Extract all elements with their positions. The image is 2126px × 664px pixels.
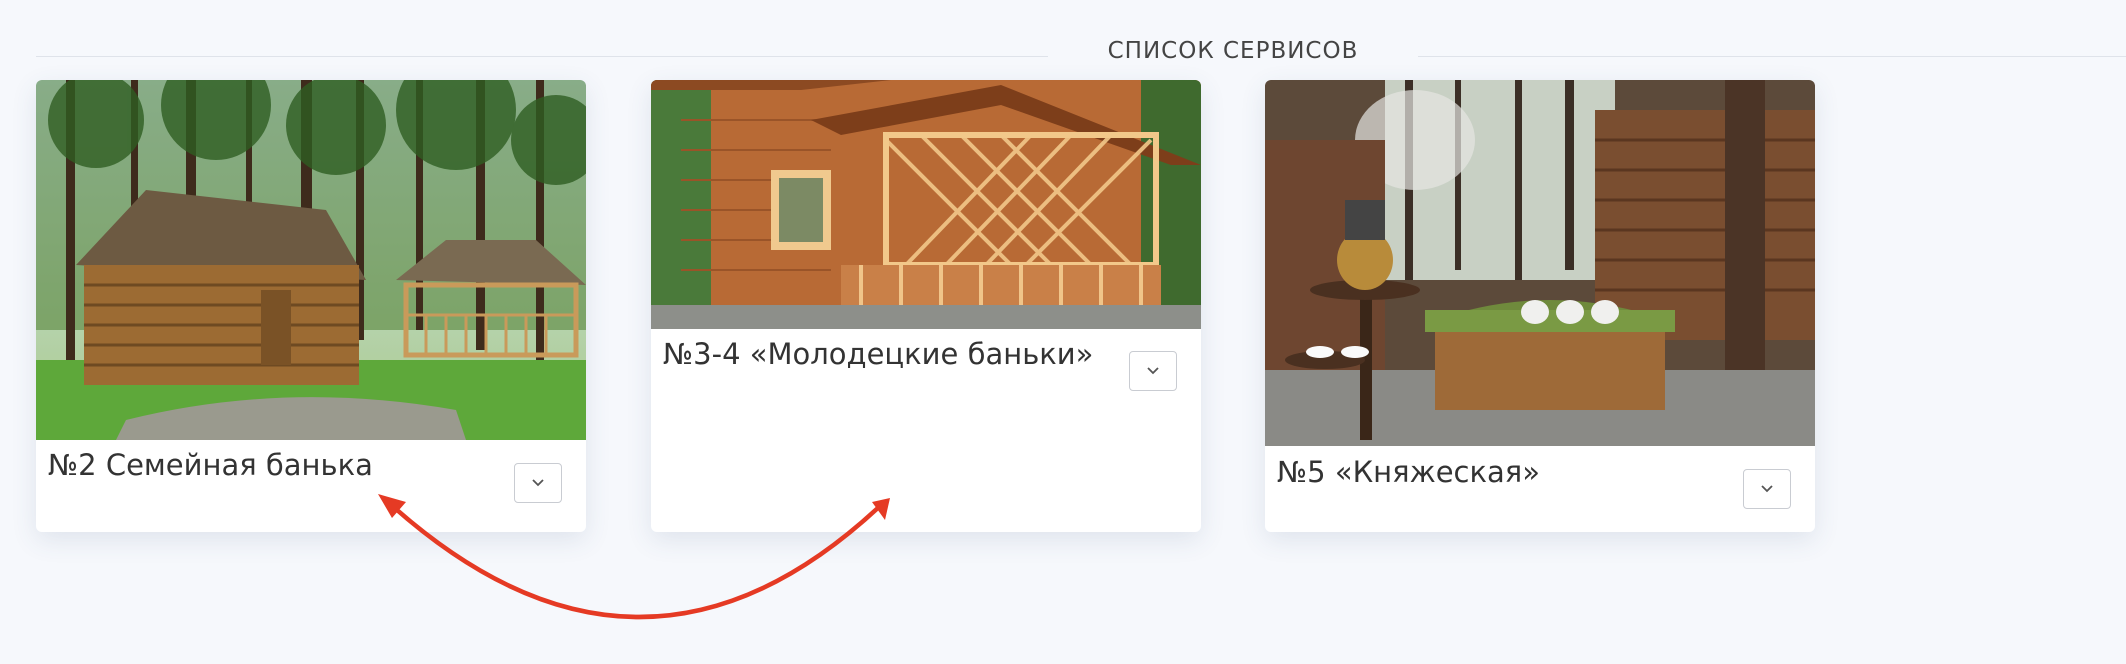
expand-button[interactable]	[514, 463, 562, 503]
service-card-5[interactable]: №5 «Княжеская»	[1265, 80, 1815, 532]
divider-left	[36, 56, 1048, 57]
service-photo-wooden-house	[651, 80, 1201, 329]
divider-right	[1418, 56, 2126, 57]
section-header: СПИСОК СЕРВИСОВ	[0, 32, 2126, 72]
section-title: СПИСОК СЕРВИСОВ	[1107, 38, 1359, 64]
expand-button[interactable]	[1743, 469, 1791, 509]
service-card-2[interactable]: №2 Семейная банька	[36, 80, 586, 532]
expand-button[interactable]	[1129, 351, 1177, 391]
service-photo-log-sauna	[36, 80, 586, 440]
service-title: №5 «Княжеская»	[1277, 455, 1540, 489]
service-card-3-4[interactable]: №3-4 «Молодецкие баньки»	[651, 80, 1201, 532]
service-title: №3-4 «Молодецкие баньки»	[663, 337, 1094, 371]
chevron-down-icon	[532, 479, 544, 487]
chevron-down-icon	[1761, 485, 1773, 493]
chevron-down-icon	[1147, 367, 1159, 375]
service-photo-courtyard	[1265, 80, 1815, 446]
service-title: №2 Семейная банька	[48, 448, 373, 482]
